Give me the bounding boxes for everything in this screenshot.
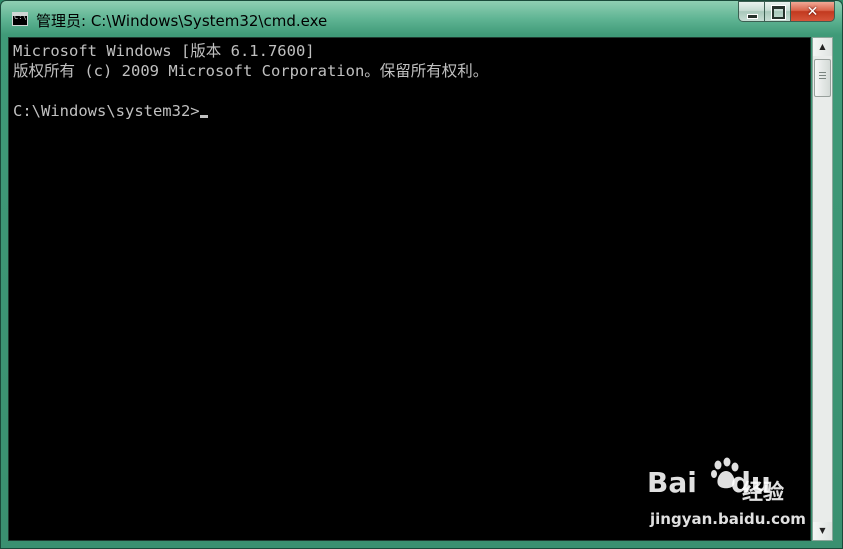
console-area[interactable]: Microsoft Windows [版本 6.1.7600] 版权所有 (c) …	[8, 37, 811, 541]
scroll-down-button[interactable]: ▼	[813, 522, 832, 540]
console-output: Microsoft Windows [版本 6.1.7600] 版权所有 (c) …	[13, 41, 488, 121]
command-prompt: C:\Windows\system32>	[13, 102, 200, 120]
scroll-up-button[interactable]: ▲	[813, 38, 832, 56]
window-title: 管理员: C:\Windows\System32\cmd.exe	[36, 12, 328, 30]
minimize-icon	[747, 14, 758, 19]
close-icon: ✕	[806, 4, 819, 20]
title-bar[interactable]: C:\ 管理员: C:\Windows\System32\cmd.exe ✕	[1, 1, 842, 37]
cmd-window: C:\ 管理员: C:\Windows\System32\cmd.exe ✕ M…	[0, 0, 843, 549]
minimize-button[interactable]	[738, 1, 764, 22]
console-line-3	[13, 81, 488, 101]
window-controls: ✕	[738, 1, 835, 23]
cmd-icon[interactable]: C:\	[12, 12, 28, 26]
vertical-scrollbar[interactable]: ▲ ▼	[812, 37, 833, 541]
console-prompt-line[interactable]: C:\Windows\system32>	[13, 101, 488, 121]
console-line-2: 版权所有 (c) 2009 Microsoft Corporation。保留所有…	[13, 62, 489, 80]
scroll-thumb[interactable]	[814, 59, 831, 97]
close-button[interactable]: ✕	[790, 1, 835, 22]
maximize-icon	[772, 6, 785, 19]
console-line-1: Microsoft Windows [版本 6.1.7600]	[13, 42, 315, 60]
text-cursor	[199, 115, 208, 118]
cmd-icon-label: C:\	[14, 13, 27, 21]
arrow-down-icon: ▼	[819, 526, 826, 535]
maximize-button[interactable]	[764, 1, 790, 22]
arrow-up-icon: ▲	[819, 42, 826, 51]
